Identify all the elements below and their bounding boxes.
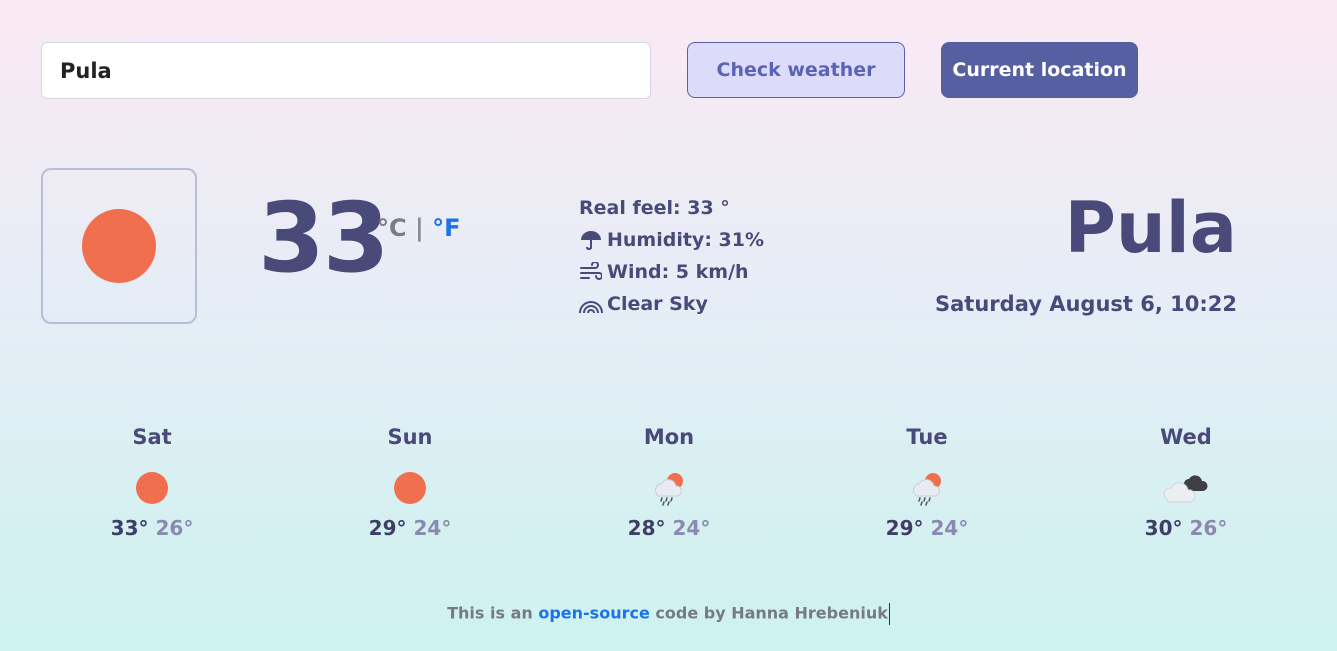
sun-icon (82, 209, 156, 283)
forecast-max: 28° (627, 516, 666, 540)
forecast-day-name: Mon (643, 425, 695, 449)
open-source-link[interactable]: open-source (538, 604, 649, 623)
current-weather-icon-box (41, 168, 197, 324)
text-cursor (888, 603, 890, 625)
humidity-row: Humidity: 31% (579, 224, 764, 256)
humidity-text: Humidity: 31% (607, 229, 765, 251)
forecast-day-name: Sat (132, 425, 172, 449)
forecast-min: 24° (930, 516, 969, 540)
forecast-day: Sun 29° 24° (335, 425, 485, 540)
cloudy-icon (1163, 475, 1208, 503)
sun-icon (136, 472, 168, 504)
sun-icon (394, 472, 426, 504)
footer: This is an open-source code by Hanna Hre… (0, 603, 1337, 625)
current-location-button[interactable]: Current location (941, 42, 1138, 98)
wind-icon (579, 262, 603, 282)
real-feel-text: Real feel: 33 ° (579, 197, 730, 219)
unit-toggle: °C | °F (377, 214, 461, 242)
forecast-min: 24° (413, 516, 452, 540)
forecast-day: Tue 29° 24° (852, 425, 1002, 540)
forecast-max: 33° (110, 516, 149, 540)
forecast-day-name: Sun (387, 425, 433, 449)
unit-separator: | (406, 214, 433, 242)
rainbow-icon (579, 294, 603, 314)
real-feel-row: Real feel: 33 ° (579, 192, 764, 224)
rain-sun-icon (654, 473, 683, 506)
current-date: Saturday August 6, 10:22 (935, 292, 1237, 316)
footer-prefix: This is an (447, 603, 539, 623)
forecast-day-name: Wed (1160, 425, 1212, 449)
wind-row: Wind: 5 km/h (579, 256, 764, 288)
forecast-max: 30° (1144, 516, 1183, 540)
search-input[interactable] (41, 42, 651, 99)
forecast-min: 26° (1189, 516, 1228, 540)
weather-details: Real feel: 33 ° Humidity: 31% Wind: 5 km… (579, 192, 764, 320)
city-name: Pula (1064, 187, 1237, 269)
footer-suffix: code by Hanna Hrebeniuk (649, 603, 888, 623)
check-weather-button[interactable]: Check weather (687, 42, 905, 98)
forecast-day: Wed 30° 26° (1111, 425, 1261, 540)
forecast-min: 26° (155, 516, 194, 540)
umbrella-icon (579, 230, 603, 250)
forecast-max: 29° (885, 516, 924, 540)
forecast-max: 29° (368, 516, 407, 540)
rain-sun-icon (912, 473, 941, 506)
current-temperature: 33 (258, 182, 390, 294)
forecast-day-name: Tue (906, 425, 948, 449)
forecast-day: Mon 28° 24° (594, 425, 744, 540)
wind-text: Wind: 5 km/h (607, 261, 749, 283)
description-text: Clear Sky (607, 293, 708, 315)
fahrenheit-link[interactable]: °F (432, 214, 460, 242)
forecast-day: Sat 33° 26° (77, 425, 227, 540)
forecast-min: 24° (672, 516, 711, 540)
celsius-link[interactable]: °C (377, 214, 407, 242)
description-row: Clear Sky (579, 288, 764, 320)
